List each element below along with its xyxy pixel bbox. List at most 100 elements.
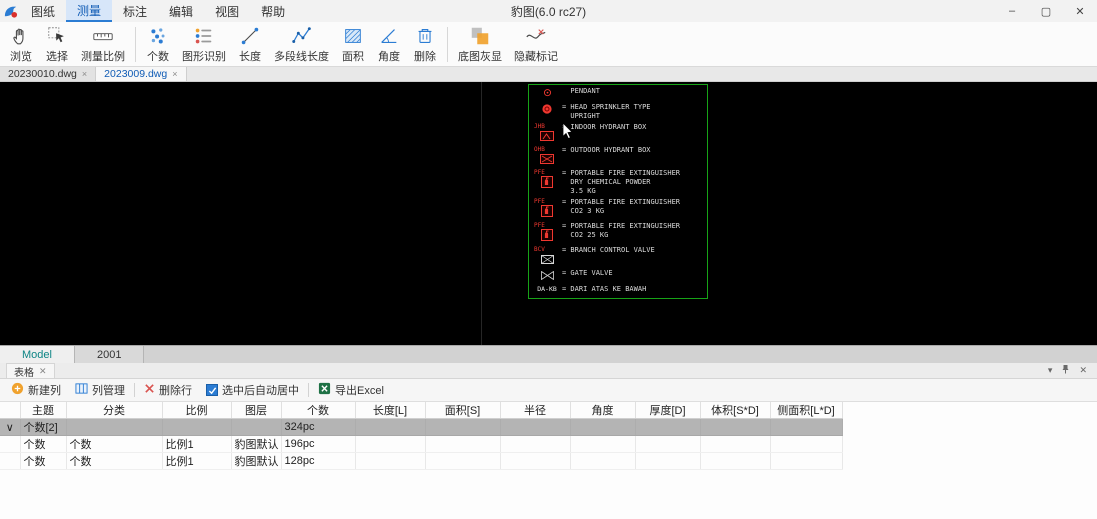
layout-tab-2001[interactable]: 2001 (75, 346, 144, 363)
menu-tab-drawing[interactable]: 图纸 (20, 0, 66, 22)
column-header-length[interactable]: 长度[L] (355, 402, 425, 419)
cell-area (425, 436, 500, 453)
auto-center-checkbox[interactable] (206, 384, 218, 396)
gray-basemap-button[interactable]: 底图灰显 (452, 23, 508, 66)
menu-tab-annotate[interactable]: 标注 (112, 0, 158, 22)
column-header-radius[interactable]: 半径 (500, 402, 570, 419)
minimize-button[interactable]: – (995, 0, 1029, 22)
column-header-area[interactable]: 面积[S] (425, 402, 500, 419)
panel-pin-icon[interactable] (1061, 364, 1070, 377)
doc-tab-label: 2023009.dwg (104, 68, 167, 80)
recognition-list-icon (193, 25, 215, 47)
length-label: 长度 (239, 48, 261, 64)
cell-angle (570, 436, 635, 453)
column-header-topic[interactable]: 主题 (20, 402, 66, 419)
polyline-icon (291, 25, 313, 47)
cell-side-area (770, 436, 842, 453)
results-table: 主题 分类 比例 图层 个数 长度[L] 面积[S] 半径 角度 厚度[D] 体… (0, 402, 843, 470)
column-header-count[interactable]: 个数 (281, 402, 355, 419)
expand-column-header (0, 402, 20, 419)
column-header-angle[interactable]: 角度 (570, 402, 635, 419)
count-button[interactable]: 个数 (140, 23, 176, 66)
panel-tab-close-icon[interactable]: ✕ (39, 366, 47, 377)
cell-topic: 个数[2] (20, 419, 66, 436)
mouse-cursor (562, 122, 574, 140)
shape-recognition-button[interactable]: 图形识别 (176, 23, 232, 66)
sprinkler-upright-symbol (541, 103, 553, 118)
new-column-label: 新建列 (28, 382, 61, 398)
layout-tab-model[interactable]: Model (0, 346, 75, 363)
cell-topic: 个数 (20, 453, 66, 470)
column-header-layer[interactable]: 图层 (231, 402, 281, 419)
drawing-canvas[interactable]: PENDANT = HEAD SPRINKLER TYPE UPRIGHT JH… (0, 82, 1097, 345)
polyline-length-button[interactable]: 多段线长度 (268, 23, 335, 66)
hand-pan-icon (10, 25, 32, 47)
close-button[interactable]: ✕ (1063, 0, 1097, 22)
hide-marks-button[interactable]: 隐藏标记 (508, 23, 564, 66)
indoor-hydrant-box-symbol (540, 130, 554, 144)
polyline-length-label: 多段线长度 (274, 48, 329, 64)
menu-tab-view[interactable]: 视图 (204, 0, 250, 22)
cell-thickness (635, 453, 700, 470)
tab-close-icon[interactable]: × (172, 69, 177, 79)
table-group-row[interactable]: ∨ 个数[2] 324pc (0, 419, 842, 436)
export-excel-button[interactable]: 导出Excel (313, 380, 389, 400)
column-header-thickness[interactable]: 厚度[D] (635, 402, 700, 419)
da-kb-code: DA-KB (537, 285, 557, 294)
table-row[interactable]: 个数 个数 比例1 豹图默认 196pc (0, 436, 842, 453)
collapse-arrow-icon[interactable]: ∨ (0, 419, 20, 436)
cell-scale: 比例1 (162, 436, 231, 453)
delete-row-label: 删除行 (159, 382, 192, 398)
cell-angle (570, 453, 635, 470)
window-controls: – ▢ ✕ (995, 0, 1097, 22)
sprinkler-pendant-symbol (542, 87, 553, 101)
browse-button[interactable]: 浏览 (3, 23, 39, 66)
select-label: 选择 (46, 48, 68, 64)
column-header-side-area[interactable]: 侧面积[L*D] (770, 402, 842, 419)
select-button[interactable]: 选择 (39, 23, 75, 66)
doc-tab-2023009[interactable]: 2023009.dwg × (96, 67, 186, 81)
cell-area (425, 419, 500, 436)
cell-angle (570, 419, 635, 436)
table-panel-tab[interactable]: 表格 ✕ (6, 363, 55, 378)
toolbar-separator (308, 383, 309, 397)
tab-close-icon[interactable]: × (82, 69, 87, 79)
angle-button[interactable]: 角度 (371, 23, 407, 66)
layout-tab-bar: Model 2001 (0, 345, 1097, 363)
delete-row-button[interactable]: 删除行 (139, 380, 197, 400)
column-header-scale[interactable]: 比例 (162, 402, 231, 419)
count-label: 个数 (147, 48, 169, 64)
area-button[interactable]: 面积 (335, 23, 371, 66)
doc-tab-20230010[interactable]: 20230010.dwg × (0, 67, 96, 81)
symbol-code-label: PFE (532, 222, 545, 229)
ribbon-toolbar: 浏览 选择 测量比例 个数 图形识别 长度 多段线长度 面积 (0, 22, 1097, 67)
cell-layer (231, 419, 281, 436)
branch-control-valve-symbol (541, 253, 554, 267)
panel-dropdown-icon[interactable]: ▾ (1048, 365, 1053, 376)
ruler-icon (92, 25, 114, 47)
measure-scale-button[interactable]: 测量比例 (75, 23, 131, 66)
auto-center-toggle[interactable]: 选中后自动居中 (201, 380, 304, 400)
legend-item: BCV = BRANCH CONTROL VALVE (532, 246, 704, 267)
cell-volume (700, 453, 770, 470)
menu-tab-edit[interactable]: 编辑 (158, 0, 204, 22)
menu-tab-measure[interactable]: 测量 (66, 0, 112, 22)
column-header-category[interactable]: 分类 (66, 402, 162, 419)
cell-category (66, 419, 162, 436)
table-row[interactable]: 个数 个数 比例1 豹图默认 128pc (0, 453, 842, 470)
legend-item: DA-KB = DARI ATAS KE BAWAH (532, 285, 704, 294)
cell-length (355, 453, 425, 470)
manage-columns-button[interactable]: 列管理 (70, 380, 130, 400)
column-header-volume[interactable]: 体积[S*D] (700, 402, 770, 419)
table-panel-header: 表格 ✕ ▾ ✕ (0, 363, 1097, 379)
length-button[interactable]: 长度 (232, 23, 268, 66)
new-column-icon (11, 382, 24, 398)
delete-button[interactable]: 删除 (407, 23, 443, 66)
panel-close-icon[interactable]: ✕ (1079, 365, 1087, 376)
menu-tab-help[interactable]: 帮助 (250, 0, 296, 22)
document-tab-bar: 20230010.dwg × 2023009.dwg × (0, 67, 1097, 82)
maximize-button[interactable]: ▢ (1029, 0, 1063, 22)
expand-cell (0, 436, 20, 453)
select-cursor-icon (46, 25, 68, 47)
new-column-button[interactable]: 新建列 (6, 380, 66, 400)
